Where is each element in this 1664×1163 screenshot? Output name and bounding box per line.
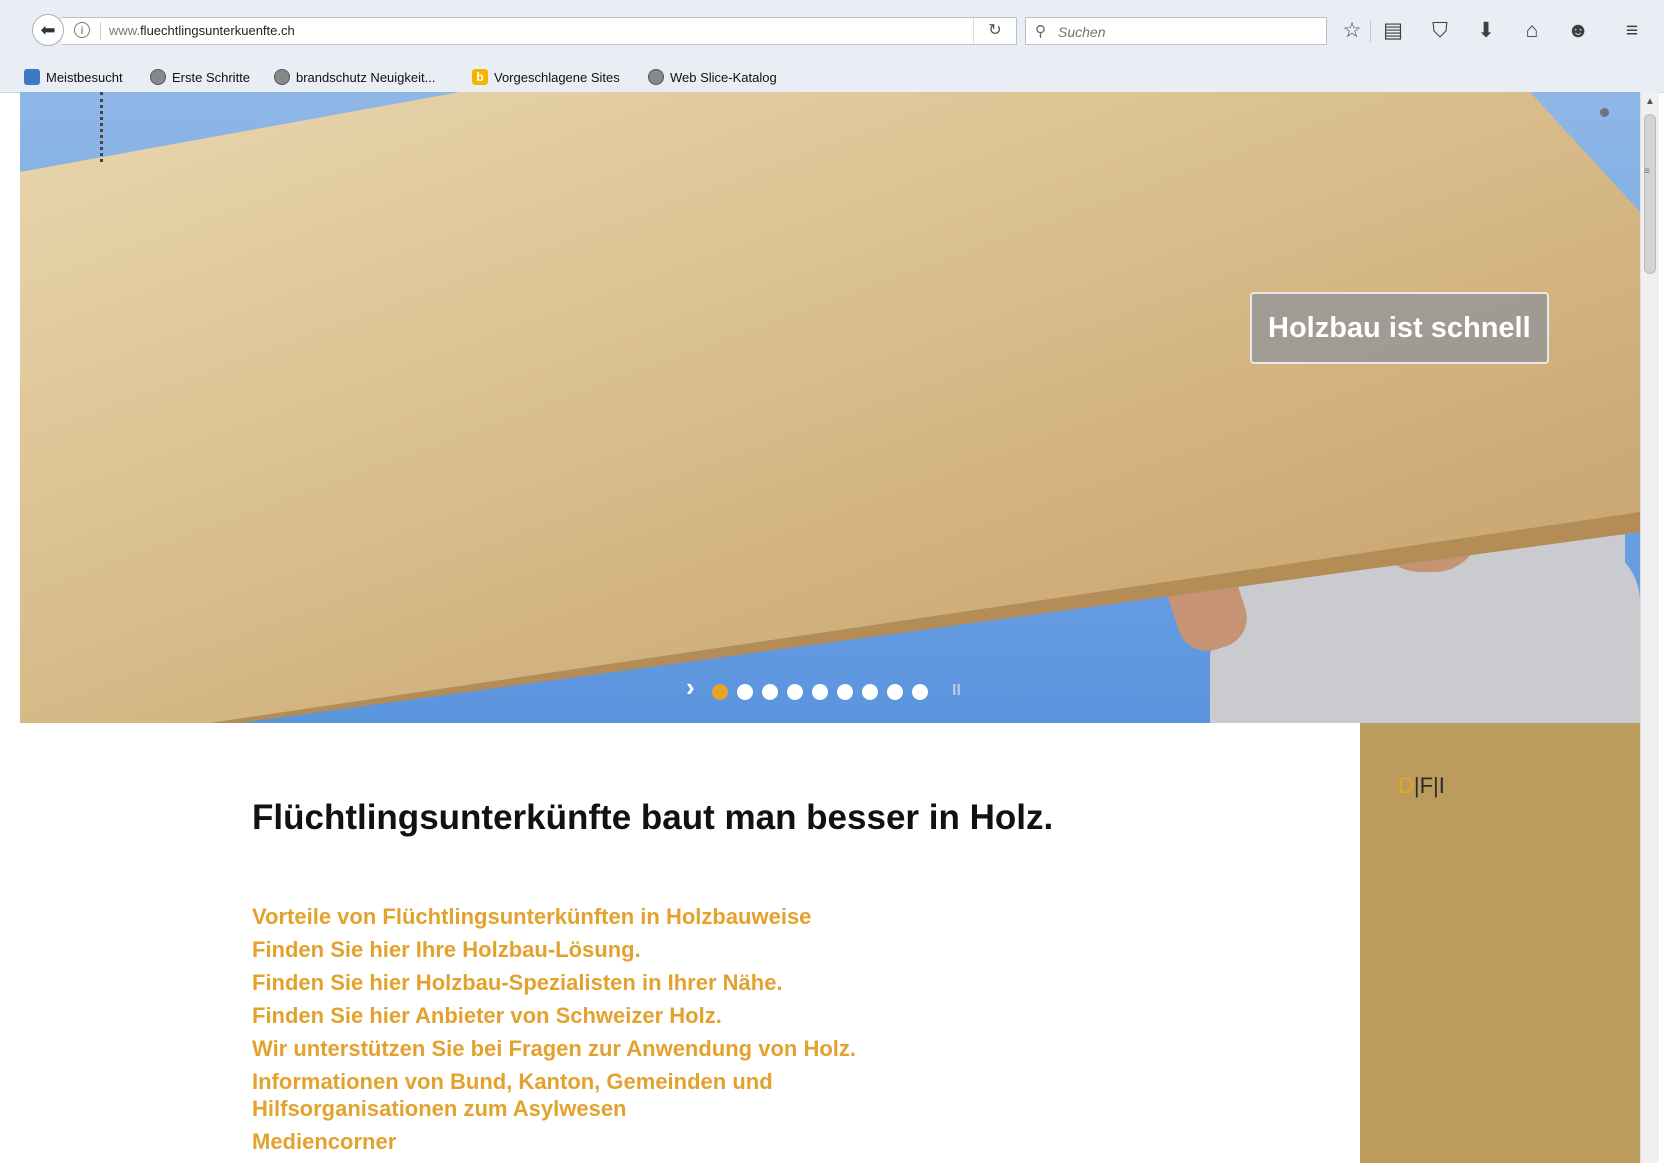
slider-dot[interactable] xyxy=(762,684,778,700)
browser-toolbar: i www.fluechtlingsunterkuenfte.ch ↻ ⬅ ⚲ … xyxy=(0,0,1664,63)
back-arrow-icon: ⬅ xyxy=(40,19,56,40)
link-list: Vorteile von Flüchtlingsunterkünften in … xyxy=(252,903,892,1161)
page-title: Flüchtlingsunterkünfte baut man besser i… xyxy=(252,798,1054,837)
blue-square-icon xyxy=(24,69,40,85)
search-bar[interactable]: ⚲ xyxy=(1025,17,1327,45)
bookmark-label: Meistbesucht xyxy=(46,69,123,85)
link-holzbau-spezialisten[interactable]: Finden Sie hier Holzbau-Spezialisten in … xyxy=(252,969,892,996)
url-domain: fluechtlingsunterkuenfte.ch xyxy=(140,23,295,38)
globe-icon xyxy=(648,69,664,85)
menu-icon[interactable]: ≡ xyxy=(1618,17,1646,45)
bookmark-label: Vorgeschlagene Sites xyxy=(494,69,620,85)
url-bar[interactable]: i www.fluechtlingsunterkuenfte.ch ↻ xyxy=(62,17,1017,45)
scroll-grip-icon: ≡ xyxy=(1644,166,1650,177)
language-de[interactable]: D xyxy=(1398,773,1414,798)
slider-dot[interactable] xyxy=(712,684,728,700)
pocket-icon[interactable]: ⛉ xyxy=(1426,17,1454,45)
globe-icon xyxy=(150,69,166,85)
link-anbieter-schweizer-holz[interactable]: Finden Sie hier Anbieter von Schweizer H… xyxy=(252,1002,892,1029)
scrollbar[interactable]: ▲ ≡ xyxy=(1640,92,1659,1163)
link-vorteile[interactable]: Vorteile von Flüchtlingsunterkünften in … xyxy=(252,903,892,930)
hero-corner-dot xyxy=(1600,108,1609,117)
bookmark-brandschutz[interactable]: brandschutz Neuigkeit... xyxy=(274,67,435,87)
bookmarks-library-icon[interactable]: ▤ xyxy=(1379,17,1407,45)
slider-dot[interactable] xyxy=(912,684,928,700)
bookmark-erste-schritte[interactable]: Erste Schritte xyxy=(150,67,250,87)
bookmark-label: brandschutz Neuigkeit... xyxy=(296,69,436,85)
link-informationen-asylwesen[interactable]: Informationen von Bund, Kanton, Gemeinde… xyxy=(252,1068,892,1122)
language-fr-it[interactable]: |F|I xyxy=(1414,773,1445,798)
slider-dot[interactable] xyxy=(812,684,828,700)
hero-image-chain xyxy=(100,92,111,162)
bookmarks-bar: Meistbesucht Erste Schritte brandschutz … xyxy=(0,62,1664,93)
link-fragen-anwendung[interactable]: Wir unterstützen Sie bei Fragen zur Anwe… xyxy=(252,1035,892,1062)
bookmark-web-slice-katalog[interactable]: Web Slice-Katalog xyxy=(648,67,777,87)
slider-dot[interactable] xyxy=(837,684,853,700)
bookmark-label: Erste Schritte xyxy=(172,69,251,85)
back-button[interactable]: ⬅ xyxy=(32,14,64,46)
toolbar-separator xyxy=(1370,20,1371,42)
reload-icon[interactable]: ↻ xyxy=(973,18,1016,44)
url-text[interactable]: www.fluechtlingsunterkuenfte.ch xyxy=(109,23,295,38)
url-separator xyxy=(100,22,101,40)
slider-dot[interactable] xyxy=(862,684,878,700)
slider-pagination xyxy=(712,684,928,700)
slider-dot[interactable] xyxy=(787,684,803,700)
hero-slider[interactable] xyxy=(20,92,1640,723)
scroll-thumb[interactable] xyxy=(1644,114,1656,274)
language-switcher[interactable]: D|F|I xyxy=(1398,773,1445,799)
slider-dot[interactable] xyxy=(737,684,753,700)
hero-caption: Holzbau ist schnell xyxy=(1250,292,1549,364)
bing-icon: b xyxy=(472,69,488,85)
home-icon[interactable]: ⌂ xyxy=(1518,17,1546,45)
search-icon: ⚲ xyxy=(1035,23,1046,40)
download-icon[interactable]: ⬇ xyxy=(1472,17,1500,45)
bookmark-vorgeschlagene-sites[interactable]: b Vorgeschlagene Sites xyxy=(472,67,620,87)
slider-dot[interactable] xyxy=(887,684,903,700)
bookmark-star-icon[interactable]: ☆ xyxy=(1338,17,1366,45)
bookmark-meistbesucht[interactable]: Meistbesucht xyxy=(24,67,123,87)
chat-icon[interactable]: ☻ xyxy=(1564,17,1592,45)
info-icon[interactable]: i xyxy=(74,22,90,38)
slider-next-icon[interactable]: › xyxy=(686,674,695,700)
search-input[interactable] xyxy=(1056,21,1320,43)
scroll-up-arrow-icon[interactable]: ▲ xyxy=(1645,96,1655,107)
link-mediencorner[interactable]: Mediencorner xyxy=(252,1128,892,1155)
slider-pause-icon[interactable]: II xyxy=(952,682,961,700)
bookmark-label: Web Slice-Katalog xyxy=(670,69,777,85)
link-holzbau-loesung[interactable]: Finden Sie hier Ihre Holzbau-Lösung. xyxy=(252,936,892,963)
url-host: www. xyxy=(109,23,141,38)
sidebar-panel: D|F|I xyxy=(1360,723,1640,1163)
globe-icon xyxy=(274,69,290,85)
